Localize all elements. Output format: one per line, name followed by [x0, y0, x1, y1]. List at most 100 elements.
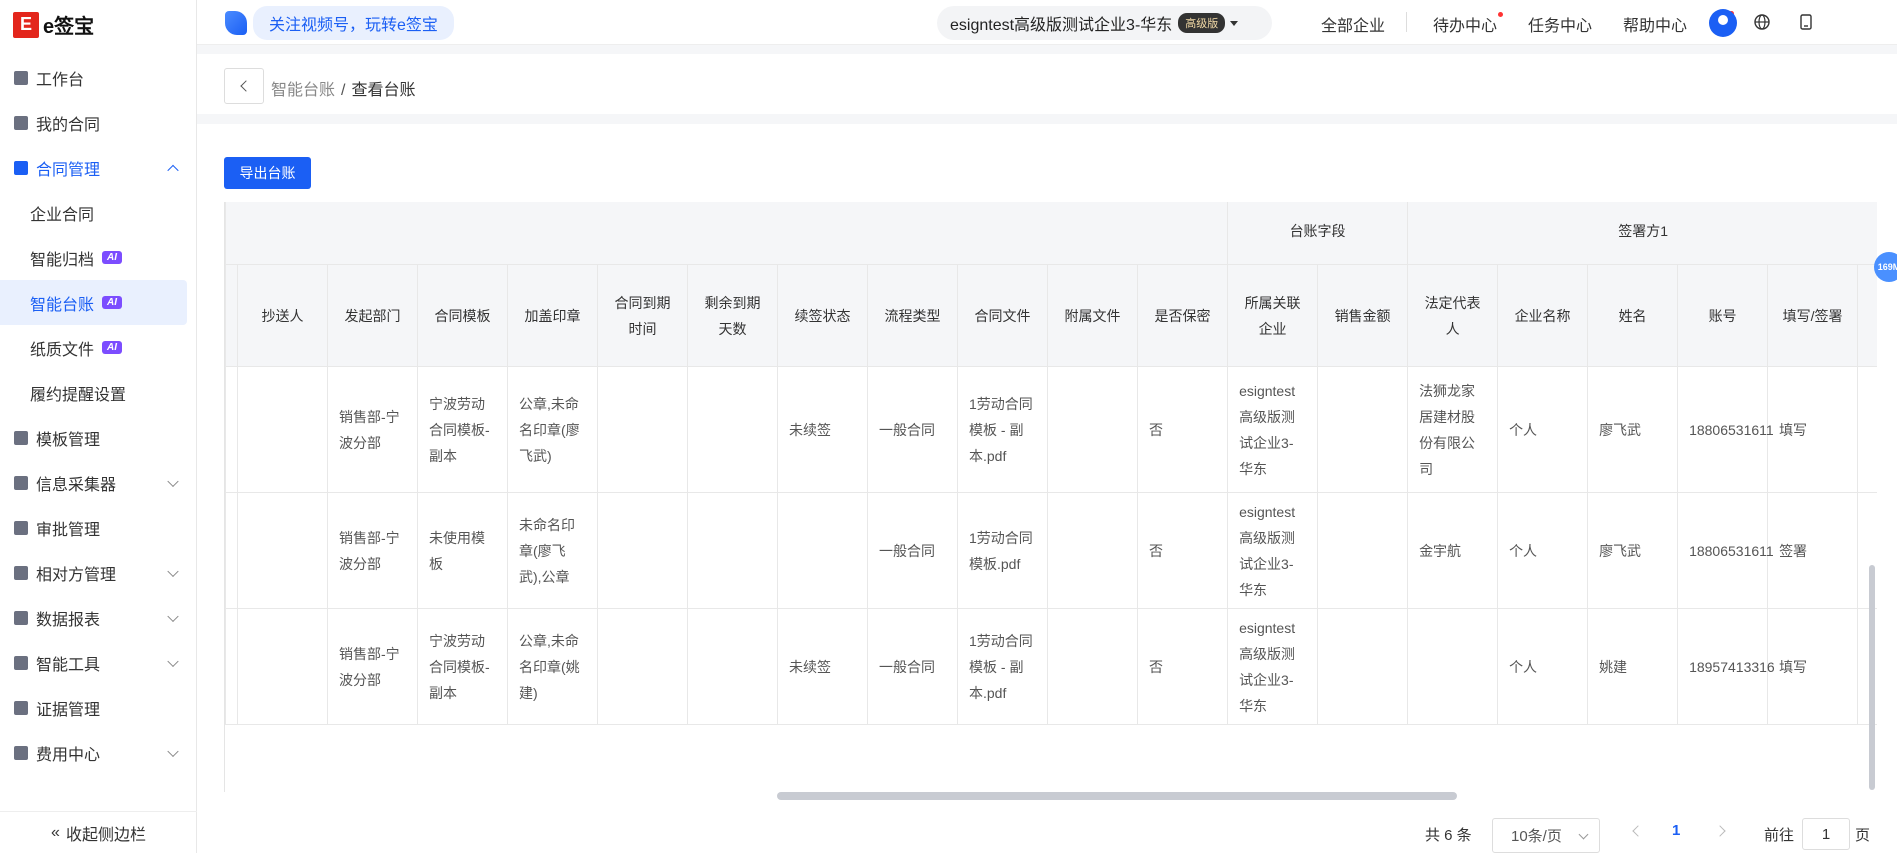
- table-cell: 否: [1136, 366, 1229, 493]
- column-header[interactable]: 抄送人: [237, 264, 328, 367]
- table-cell: esigntest高级版测试企业3-华东: [1227, 608, 1319, 725]
- sidebar-item-paper-files[interactable]: 纸质文件 AI: [0, 325, 197, 370]
- column-header[interactable]: 续签状态: [777, 264, 868, 367]
- breadcrumb-parent[interactable]: 智能台账: [271, 82, 335, 99]
- sidebar-item-smart-tools[interactable]: 智能工具: [0, 640, 197, 685]
- nav-todo-center[interactable]: 待办中心: [1433, 12, 1497, 36]
- sidebar-item-label: 数据报表: [36, 611, 101, 629]
- table-cell: [777, 492, 868, 609]
- table-cell: 签署: [1767, 492, 1859, 609]
- globe-icon[interactable]: [1753, 13, 1771, 31]
- breadcrumb-current: 查看台账: [351, 82, 416, 99]
- table-cell: 公章,未命名印章(姚建): [507, 608, 598, 725]
- ledger-table-container[interactable]: 台账字段 签署方1 抄送人 发起部门 合同模板 加盖印章 合同到期时间 剩余到期天数 续签状…: [224, 202, 1877, 792]
- sidebar-item-enterprise-contracts[interactable]: 企业合同: [0, 190, 197, 235]
- breadcrumb: 智能台账 / 查看台账: [271, 76, 415, 100]
- column-header[interactable]: 剩余到期天数: [687, 264, 778, 367]
- table-cell: 销售部-宁波分部: [327, 608, 418, 725]
- column-header[interactable]: 所属关联企业: [1227, 264, 1319, 367]
- sidebar-item-workbench[interactable]: 工作台: [0, 55, 197, 100]
- column-header[interactable]: 法定代表人: [1407, 264, 1499, 367]
- horizontal-scrollbar[interactable]: [777, 792, 1457, 800]
- sidebar-item-label: 费用中心: [36, 746, 101, 764]
- ai-badge: AI: [102, 251, 123, 264]
- goto-page-input[interactable]: [1802, 818, 1850, 850]
- column-header[interactable]: 企业名称: [1497, 264, 1589, 367]
- table-cell: 销售部-宁波分部: [327, 366, 418, 493]
- memory-badge[interactable]: 169M: [1874, 252, 1897, 282]
- sidebar-item-label: 证据管理: [36, 701, 101, 719]
- document-icon: [14, 115, 28, 130]
- column-header[interactable]: 流程类型: [867, 264, 958, 367]
- table-cell: [687, 492, 778, 609]
- table-row[interactable]: 销售部-宁波分部 未使用模板 未命名印章(廖飞武),公章 一般合同 1劳动合同模板.pd…: [225, 492, 1877, 609]
- column-header[interactable]: 是否保密: [1136, 264, 1229, 367]
- contract-icon: [14, 160, 28, 175]
- main-content: 导出台账 台账字段 签署方1 抄送人 发起部门 合同模板 加盖印章 合同到期时间 剩余到期…: [197, 124, 1897, 853]
- column-header[interactable]: 合同到期时间: [597, 264, 688, 367]
- sidebar-item-my-contracts[interactable]: 我的合同: [0, 100, 197, 145]
- evidence-icon: [14, 700, 28, 715]
- sidebar-item-templates[interactable]: 模板管理: [0, 415, 197, 460]
- column-header[interactable]: 账号: [1677, 264, 1769, 367]
- nav-help-center[interactable]: 帮助中心: [1623, 12, 1687, 36]
- table-cell: 未续签: [777, 366, 868, 493]
- sidebar-item-approvals[interactable]: 审批管理: [0, 505, 197, 550]
- collapse-sidebar-button[interactable]: « 收起侧边栏: [0, 811, 197, 853]
- promo-text: 关注视频号，玩转e签宝: [253, 5, 454, 40]
- table-row[interactable]: 销售部-宁波分部 宁波劳动合同模板-副本 公章,未命名印章(廖飞武) 未续签 一般合同 1…: [225, 366, 1877, 493]
- column-header[interactable]: 附属文件: [1047, 264, 1138, 367]
- current-page[interactable]: 1: [1672, 822, 1680, 839]
- sidebar-item-contract-management[interactable]: 合同管理: [0, 145, 197, 190]
- nav-all-enterprises[interactable]: 全部企业: [1321, 12, 1385, 36]
- column-header[interactable]: 销售金额: [1317, 264, 1409, 367]
- sidebar-item-counterparties[interactable]: 相对方管理: [0, 550, 197, 595]
- chevron-up-icon: [167, 164, 179, 176]
- header-cell-trailing: [1857, 264, 1877, 367]
- export-ledger-button[interactable]: 导出台账: [224, 157, 311, 189]
- sidebar-item-label: 我的合同: [36, 116, 101, 134]
- column-header[interactable]: 合同文件: [957, 264, 1048, 367]
- sidebar-item-reports[interactable]: 数据报表: [0, 595, 197, 640]
- sidebar-item-label: 履约提醒设置: [30, 386, 127, 404]
- table-cell: 销售部-宁波分部: [327, 492, 418, 609]
- promo-banner[interactable]: 关注视频号，玩转e签宝: [225, 5, 454, 40]
- breadcrumb-bar: 智能台账 / 查看台账: [197, 54, 1897, 114]
- nav-task-center[interactable]: 任务中心: [1528, 12, 1592, 36]
- column-header[interactable]: 填写/签署: [1767, 264, 1859, 367]
- org-switcher[interactable]: esigntest高级版测试企业3-华东 高级版: [937, 6, 1272, 40]
- column-header[interactable]: 合同模板: [417, 264, 508, 367]
- sidebar-item-evidence[interactable]: 证据管理: [0, 685, 197, 730]
- sidebar-item-billing[interactable]: 费用中心: [0, 730, 197, 775]
- sidebar-item-smart-ledger[interactable]: 智能台账 AI: [0, 280, 187, 325]
- page-size-select[interactable]: 10条/页: [1492, 818, 1600, 853]
- table-cell: 个人: [1497, 492, 1589, 609]
- table-group-header-row: 台账字段 签署方1: [225, 202, 1877, 265]
- double-chevron-left-icon: «: [51, 823, 60, 841]
- check-icon: [14, 520, 28, 535]
- column-header[interactable]: 发起部门: [327, 264, 418, 367]
- back-button[interactable]: [224, 68, 264, 104]
- avatar[interactable]: [1709, 9, 1737, 37]
- notification-dot: [1498, 12, 1503, 17]
- sidebar-item-label: 信息采集器: [36, 476, 117, 494]
- plan-badge: 高级版: [1178, 13, 1226, 33]
- table-cell: 宁波劳动合同模板-副本: [417, 366, 508, 493]
- ai-icon: [14, 655, 28, 670]
- column-header[interactable]: 姓名: [1587, 264, 1679, 367]
- sidebar-item-label: 工作台: [36, 71, 85, 89]
- sidebar-item-reminder-settings[interactable]: 履约提醒设置: [0, 370, 197, 415]
- vertical-scrollbar[interactable]: [1869, 565, 1875, 790]
- sidebar-item-info-collector[interactable]: 信息采集器: [0, 460, 197, 505]
- row-trailing-cell: [1857, 366, 1877, 493]
- logo[interactable]: E e签宝: [13, 10, 94, 39]
- table-cell: 一般合同: [867, 492, 958, 609]
- mobile-icon[interactable]: [1797, 13, 1815, 31]
- sidebar-item-smart-archive[interactable]: 智能归档 AI: [0, 235, 197, 280]
- table-cell: [687, 608, 778, 725]
- group-header-blank: [225, 202, 1229, 265]
- column-header[interactable]: 加盖印章: [507, 264, 598, 367]
- table-cell: 未命名印章(廖飞武),公章: [507, 492, 598, 609]
- table-cell: 公章,未命名印章(廖飞武): [507, 366, 598, 493]
- table-row[interactable]: 销售部-宁波分部 宁波劳动合同模板-副本 公章,未命名印章(姚建) 未续签 一般合同 1劳…: [225, 608, 1877, 725]
